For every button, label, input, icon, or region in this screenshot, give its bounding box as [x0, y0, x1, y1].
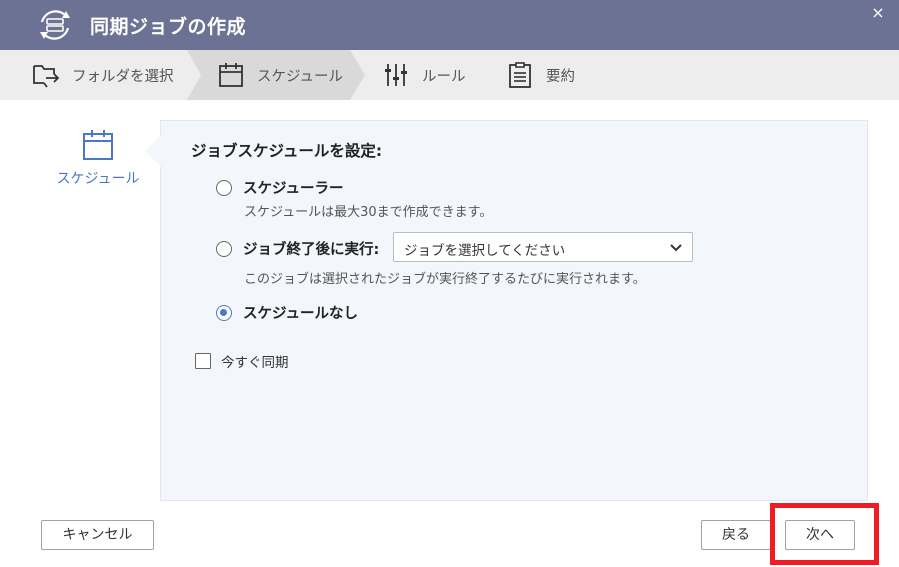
dialog-title: 同期ジョブの作成 — [90, 16, 247, 38]
step-label: ルール — [422, 68, 466, 85]
step-rules[interactable]: ルール — [382, 50, 466, 100]
radio-scheduler[interactable] — [216, 179, 232, 196]
sync-job-icon — [40, 10, 70, 40]
step-select-folder[interactable]: フォルダを選択 — [32, 50, 174, 100]
wizard-steps: フォルダを選択 スケジュール ルール 要約 — [0, 50, 899, 100]
calendar-icon — [219, 63, 243, 87]
sidebar-item-schedule[interactable]: スケジュール — [50, 126, 146, 190]
sync-now-checkbox[interactable] — [195, 353, 211, 369]
title-bar: 同期ジョブの作成 × — [0, 0, 899, 50]
job-select-dropdown[interactable]: ジョブを選択してください — [393, 232, 693, 262]
option-hint: このジョブは選択されたジョブが実行終了するたびに実行されます。 — [244, 272, 646, 287]
panel-pointer — [145, 135, 161, 167]
sync-now-option[interactable]: 今すぐ同期 — [195, 351, 289, 371]
option-hint: スケジュールは最大30まで作成できます。 — [244, 205, 493, 220]
option-label: ジョブ終了後に実行: — [243, 242, 380, 258]
back-button[interactable]: 戻る — [701, 520, 771, 550]
sync-now-label: 今すぐ同期 — [221, 355, 289, 371]
step-label: フォルダを選択 — [72, 68, 174, 85]
step-summary[interactable]: 要約 — [506, 50, 575, 100]
option-run-after-job[interactable]: ジョブ終了後に実行: — [216, 238, 379, 259]
radio-no-schedule[interactable] — [216, 304, 232, 321]
clipboard-icon — [509, 62, 531, 88]
option-label: スケジュールなし — [243, 306, 358, 322]
step-label: スケジュール — [257, 68, 343, 85]
option-scheduler[interactable]: スケジューラー — [216, 177, 343, 198]
highlight-box — [770, 503, 879, 565]
panel-heading: ジョブスケジュールを設定: — [191, 142, 383, 160]
option-no-schedule[interactable]: スケジュールなし — [216, 302, 358, 323]
create-sync-job-dialog: 同期ジョブの作成 × フォルダを選択 スケジュール ルール 要約 スケジュール … — [0, 0, 899, 567]
radio-run-after-job[interactable] — [216, 240, 232, 257]
calendar-icon — [83, 130, 113, 160]
sidebar-item-label: スケジュール — [56, 171, 140, 187]
option-label: スケジューラー — [243, 181, 344, 197]
close-icon[interactable]: × — [869, 4, 887, 22]
step-label: 要約 — [546, 68, 575, 85]
step-schedule[interactable]: スケジュール — [217, 50, 343, 100]
cancel-button[interactable]: キャンセル — [41, 520, 154, 550]
folder-select-icon — [33, 65, 60, 88]
sliders-icon — [385, 64, 407, 86]
chevron-down-icon — [670, 244, 682, 252]
job-select-value: ジョブを選択してください — [404, 243, 566, 259]
